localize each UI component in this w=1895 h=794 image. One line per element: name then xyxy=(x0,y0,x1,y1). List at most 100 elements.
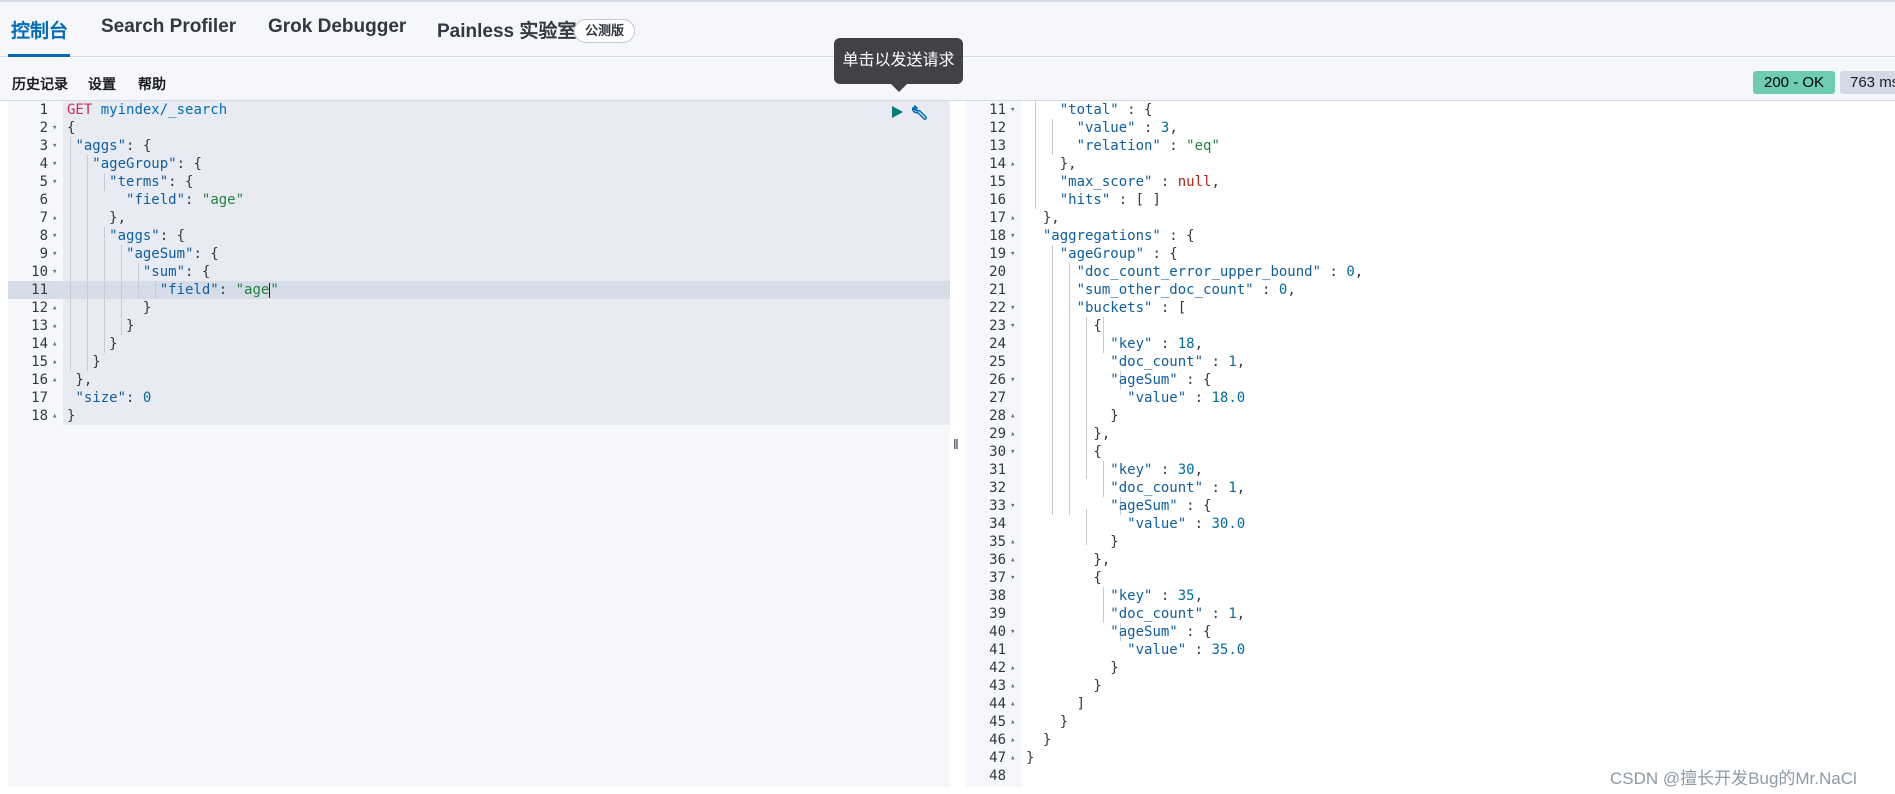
code-line[interactable]: 36 ▴ }, xyxy=(966,551,1895,569)
request-editor[interactable]: 1 GET myindex/_search 2 ▾{3 ▾ "aggs": {4 ▾ "a… xyxy=(8,101,950,787)
fold-close-icon[interactable]: ▴ xyxy=(1010,713,1015,731)
fold-open-icon[interactable]: ▾ xyxy=(52,119,57,137)
tab-painless-lab[interactable]: Painless 实验室 xyxy=(437,16,576,43)
code-line[interactable]: 37 ▾ { xyxy=(966,569,1895,587)
code-line[interactable]: 2 ▾ { xyxy=(8,119,950,137)
code-line[interactable]: 17 "size": 0 xyxy=(8,389,950,407)
fold-close-icon[interactable]: ▴ xyxy=(1010,533,1015,551)
code-line[interactable]: 29 ▴ }, xyxy=(966,425,1895,443)
code-line[interactable]: 9 ▾ "ageSum": { xyxy=(8,245,950,263)
code-line[interactable]: 8 ▾ "aggs": { xyxy=(8,227,950,245)
code-line[interactable]: 3 ▾ "aggs": { xyxy=(8,137,950,155)
code-line[interactable]: 17 ▴ }, xyxy=(966,209,1895,227)
history-link[interactable]: 历史记录 xyxy=(12,74,68,94)
settings-link[interactable]: 设置 xyxy=(88,74,116,94)
fold-open-icon[interactable]: ▾ xyxy=(1010,299,1015,317)
fold-open-icon[interactable]: ▾ xyxy=(52,155,57,173)
fold-close-icon[interactable]: ▴ xyxy=(1010,695,1015,713)
fold-close-icon[interactable]: ▴ xyxy=(52,335,57,353)
fold-close-icon[interactable]: ▴ xyxy=(52,407,57,425)
fold-open-icon[interactable]: ▾ xyxy=(52,227,57,245)
fold-close-icon[interactable]: ▴ xyxy=(52,209,57,227)
code-line[interactable]: 39 "doc_count" : 1, xyxy=(966,605,1895,623)
code-line[interactable]: 42 ▴ } xyxy=(966,659,1895,677)
fold-close-icon[interactable]: ▴ xyxy=(52,317,57,335)
fold-open-icon[interactable]: ▾ xyxy=(52,263,57,281)
fold-open-icon[interactable]: ▾ xyxy=(1010,245,1015,263)
code-line[interactable]: 40 ▾ "ageSum" : { xyxy=(966,623,1895,641)
code-line[interactable]: 32 "doc_count" : 1, xyxy=(966,479,1895,497)
code-line[interactable]: 20 "doc_count_error_upper_bound" : 0, xyxy=(966,263,1895,281)
tab-console[interactable]: 控制台 xyxy=(11,16,68,43)
code-line[interactable]: 13 "relation" : "eq" xyxy=(966,137,1895,155)
fold-close-icon[interactable]: ▴ xyxy=(52,353,57,371)
fold-close-icon[interactable]: ▴ xyxy=(1010,749,1015,767)
code-line[interactable]: 11 "field": "age" xyxy=(8,281,950,299)
code-line[interactable]: 14 ▴ }, xyxy=(966,155,1895,173)
code-line[interactable]: 25 "doc_count" : 1, xyxy=(966,353,1895,371)
code-line[interactable]: 21 "sum_other_doc_count" : 0, xyxy=(966,281,1895,299)
fold-open-icon[interactable]: ▾ xyxy=(1010,623,1015,641)
code-line[interactable]: 18 ▴} xyxy=(8,407,950,425)
fold-open-icon[interactable]: ▾ xyxy=(52,137,57,155)
code-line[interactable]: 26 ▾ "ageSum" : { xyxy=(966,371,1895,389)
code-line[interactable]: 35 ▴ } xyxy=(966,533,1895,551)
fold-open-icon[interactable]: ▾ xyxy=(1010,317,1015,335)
code-line[interactable]: 23 ▾ { xyxy=(966,317,1895,335)
play-icon[interactable] xyxy=(890,105,904,119)
fold-close-icon[interactable]: ▴ xyxy=(52,299,57,317)
resize-handle-icon[interactable]: ‖ xyxy=(953,436,959,452)
fold-close-icon[interactable]: ▴ xyxy=(52,371,57,389)
fold-open-icon[interactable]: ▾ xyxy=(1010,101,1015,119)
code-line[interactable]: 41 "value" : 35.0 xyxy=(966,641,1895,659)
code-line[interactable]: 6 "field": "age" xyxy=(8,191,950,209)
code-line[interactable]: 16 ▴ }, xyxy=(8,371,950,389)
code-line[interactable]: 11 ▾ "total" : { xyxy=(966,101,1895,119)
code-line[interactable]: 7 ▴ }, xyxy=(8,209,950,227)
code-line[interactable]: 28 ▴ } xyxy=(966,407,1895,425)
code-line[interactable]: 12 "value" : 3, xyxy=(966,119,1895,137)
fold-open-icon[interactable]: ▾ xyxy=(1010,227,1015,245)
fold-close-icon[interactable]: ▴ xyxy=(1010,659,1015,677)
code-line[interactable]: 46 ▴ } xyxy=(966,731,1895,749)
response-viewer[interactable]: 11 ▾ "total" : {12 "value" : 3, 13 "relati… xyxy=(966,101,1895,787)
code-line[interactable]: 5 ▾ "terms": { xyxy=(8,173,950,191)
fold-close-icon[interactable]: ▴ xyxy=(1010,209,1015,227)
code-line[interactable]: 15 ▴ } xyxy=(8,353,950,371)
fold-open-icon[interactable]: ▾ xyxy=(1010,443,1015,461)
code-line[interactable]: 18 ▾ "aggregations" : { xyxy=(966,227,1895,245)
code-line[interactable]: 19 ▾ "ageGroup" : { xyxy=(966,245,1895,263)
code-line[interactable]: 30 ▾ { xyxy=(966,443,1895,461)
code-line[interactable]: 10 ▾ "sum": { xyxy=(8,263,950,281)
code-line[interactable]: 12 ▴ } xyxy=(8,299,950,317)
fold-close-icon[interactable]: ▴ xyxy=(1010,155,1015,173)
code-line[interactable]: 27 "value" : 18.0 xyxy=(966,389,1895,407)
code-line[interactable]: 24 "key" : 18, xyxy=(966,335,1895,353)
fold-close-icon[interactable]: ▴ xyxy=(1010,677,1015,695)
code-line[interactable]: 15 "max_score" : null, xyxy=(966,173,1895,191)
tab-grok-debugger[interactable]: Grok Debugger xyxy=(268,16,406,38)
code-line[interactable]: 34 "value" : 30.0 xyxy=(966,515,1895,533)
fold-open-icon[interactable]: ▾ xyxy=(1010,569,1015,587)
fold-open-icon[interactable]: ▾ xyxy=(1010,371,1015,389)
wrench-icon[interactable] xyxy=(911,103,930,122)
fold-open-icon[interactable]: ▾ xyxy=(1010,497,1015,515)
code-line[interactable]: 4 ▾ "ageGroup": { xyxy=(8,155,950,173)
code-line[interactable]: 45 ▴ } xyxy=(966,713,1895,731)
code-line[interactable]: 38 "key" : 35, xyxy=(966,587,1895,605)
code-line[interactable]: 13 ▴ } xyxy=(8,317,950,335)
help-link[interactable]: 帮助 xyxy=(138,74,166,94)
code-line[interactable]: 14 ▴ } xyxy=(8,335,950,353)
code-line[interactable]: 1 GET myindex/_search xyxy=(8,101,950,119)
code-line[interactable]: 16 "hits" : [ ] xyxy=(966,191,1895,209)
fold-close-icon[interactable]: ▴ xyxy=(1010,407,1015,425)
code-line[interactable]: 33 ▾ "ageSum" : { xyxy=(966,497,1895,515)
tab-search-profiler[interactable]: Search Profiler xyxy=(101,16,236,38)
fold-open-icon[interactable]: ▾ xyxy=(52,245,57,263)
fold-close-icon[interactable]: ▴ xyxy=(1010,551,1015,569)
fold-close-icon[interactable]: ▴ xyxy=(1010,425,1015,443)
code-line[interactable]: 31 "key" : 30, xyxy=(966,461,1895,479)
fold-close-icon[interactable]: ▴ xyxy=(1010,731,1015,749)
code-line[interactable]: 22 ▾ "buckets" : [ xyxy=(966,299,1895,317)
code-line[interactable]: 44 ▴ ] xyxy=(966,695,1895,713)
